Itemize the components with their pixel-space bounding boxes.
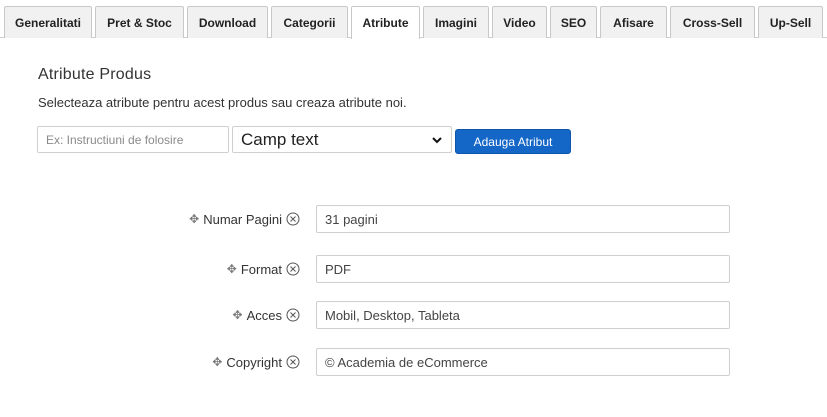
attribute-row: ✥ Copyright © Academia de eCommerce (0, 348, 827, 376)
tab-cross-sell[interactable]: Cross-Sell (670, 6, 755, 38)
remove-circle-icon[interactable] (286, 308, 300, 322)
attribute-name-input[interactable] (37, 126, 229, 153)
tab-afisare[interactable]: Afisare (600, 6, 667, 38)
tab-categorii[interactable]: Categorii (271, 6, 348, 38)
tab-seo[interactable]: SEO (550, 6, 597, 38)
attribute-label-group: ✥ Acces (233, 301, 300, 329)
tab-pret-stoc[interactable]: Pret & Stoc (95, 6, 184, 38)
attribute-label: Numar Pagini (203, 211, 282, 227)
attribute-type-select[interactable]: Camp text (232, 126, 452, 153)
move-handle-icon[interactable]: ✥ (189, 212, 199, 226)
attribute-row: ✥ Numar Pagini 31 pagini (0, 205, 827, 233)
attribute-label-group: ✥ Numar Pagini (189, 205, 300, 233)
tab-imagini[interactable]: Imagini (423, 6, 489, 38)
move-handle-icon[interactable]: ✥ (212, 355, 222, 369)
attribute-label: Acces (246, 307, 282, 323)
attribute-value-input[interactable]: PDF (316, 255, 730, 283)
attribute-label-group: ✥ Format (227, 255, 300, 283)
attribute-row: ✥ Format PDF (0, 255, 827, 283)
move-handle-icon[interactable]: ✥ (233, 308, 243, 322)
remove-circle-icon[interactable] (286, 355, 300, 369)
attribute-label: Format (240, 261, 282, 277)
tab-bar: Generalitati Pret & Stoc Download Catego… (0, 0, 827, 39)
tab-up-sell[interactable]: Up-Sell (758, 6, 823, 38)
tab-download[interactable]: Download (187, 6, 268, 38)
attribute-label-group: ✥ Copyright (212, 348, 300, 376)
attribute-row: ✥ Acces Mobil, Desktop, Tableta (0, 301, 827, 329)
attribute-value-input[interactable]: 31 pagini (316, 205, 730, 233)
section-description: Selecteaza atribute pentru acest produs … (38, 95, 407, 110)
attribute-label: Copyright (226, 354, 282, 370)
attribute-type-selected-value: Camp text (241, 129, 319, 149)
tab-video[interactable]: Video (492, 6, 547, 38)
attribute-value-input[interactable]: © Academia de eCommerce (316, 348, 730, 376)
tab-atribute[interactable]: Atribute (351, 6, 420, 39)
tab-generalitati[interactable]: Generalitati (4, 6, 92, 38)
move-handle-icon[interactable]: ✥ (227, 262, 237, 276)
add-attribute-button[interactable]: Adauga Atribut (455, 129, 571, 154)
remove-circle-icon[interactable] (286, 262, 300, 276)
section-title: Atribute Produs (38, 66, 152, 83)
attribute-value-input[interactable]: Mobil, Desktop, Tableta (316, 301, 730, 329)
chevron-down-icon (432, 137, 442, 144)
remove-circle-icon[interactable] (286, 212, 300, 226)
